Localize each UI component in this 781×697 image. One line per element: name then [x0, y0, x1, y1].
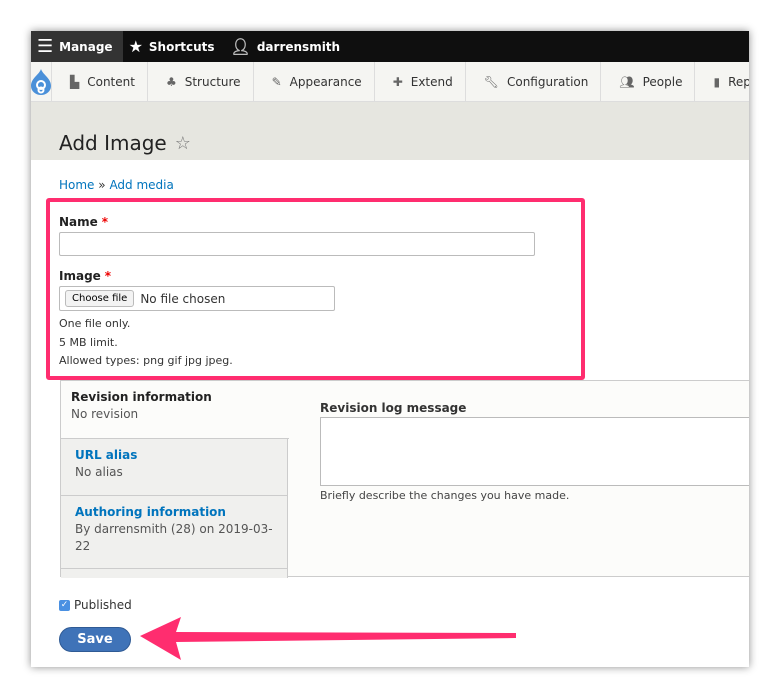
revision-log-label: Revision log message: [320, 401, 467, 415]
image-label: Image *: [59, 269, 112, 283]
manage-button[interactable]: ☰ Manage: [31, 31, 123, 62]
wrench-icon: 🔧︎: [483, 75, 499, 89]
page-header: Add Image ☆: [31, 102, 749, 160]
tray-item-people[interactable]: 👥︎ People: [601, 62, 696, 102]
breadcrumb: Home » Add media: [59, 178, 174, 192]
star-outline-icon[interactable]: ☆: [175, 133, 191, 154]
name-label: Name *: [59, 215, 109, 229]
brush-icon: ✎: [271, 75, 282, 89]
star-icon: ★: [128, 37, 143, 56]
tab-authoring-information[interactable]: Authoring information By darrensmith (28)…: [61, 496, 288, 569]
browser-window: ☰ Manage ★ Shortcuts 👤︎ darrensmith ▙ Conten…: [31, 31, 749, 667]
page-title: Add Image ☆: [59, 131, 191, 155]
admin-tray: ▙ Content ♣ Structure ✎ Appearance ✚ Extend …: [31, 62, 749, 102]
breadcrumb-add-media[interactable]: Add media: [109, 178, 173, 192]
published-checkbox[interactable]: ✓ Published: [59, 598, 132, 612]
admin-toolbar: ☰ Manage ★ Shortcuts 👤︎ darrensmith: [31, 31, 749, 62]
tray-item-content[interactable]: ▙ Content: [52, 62, 148, 102]
arrow-annotation: [140, 617, 516, 660]
tab-url-alias[interactable]: URL alias No alias: [61, 439, 288, 496]
tray-item-extend[interactable]: ✚ Extend: [375, 62, 466, 102]
revision-log-textarea[interactable]: [320, 417, 749, 486]
help-text: One file only.: [59, 317, 131, 330]
vertical-tabs-menu: Revision information No revision URL alia…: [61, 381, 289, 578]
tab-revision-information[interactable]: Revision information No revision: [61, 381, 289, 439]
user-button[interactable]: 👤︎ darrensmith: [225, 31, 351, 62]
vertical-tabs: Revision information No revision URL alia…: [60, 380, 749, 578]
people-icon: 👥︎: [619, 75, 635, 89]
help-text: 5 MB limit.: [59, 336, 118, 349]
name-input[interactable]: [59, 232, 535, 256]
image-file-input[interactable]: Choose file No file chosen: [59, 286, 335, 311]
sitemap-icon: ♣: [165, 75, 177, 89]
help-text: Allowed types: png gif jpg jpeg.: [59, 354, 233, 367]
tray-item-configuration[interactable]: 🔧︎ Configuration: [466, 62, 602, 102]
choose-file-button[interactable]: Choose file: [65, 290, 135, 307]
puzzle-icon: ✚: [392, 75, 403, 89]
checkbox-checked-icon[interactable]: ✓: [59, 599, 70, 611]
save-button[interactable]: Save: [59, 627, 131, 652]
user-icon: 👤︎: [230, 37, 251, 56]
file-icon: ▙: [70, 75, 80, 89]
revision-log-description: Briefly describe the changes you have ma…: [320, 489, 570, 502]
shortcuts-button[interactable]: ★ Shortcuts: [123, 31, 225, 62]
drupal-logo[interactable]: [31, 62, 52, 102]
tray-item-structure[interactable]: ♣ Structure: [148, 62, 254, 102]
breadcrumb-home[interactable]: Home: [59, 178, 94, 192]
menu-icon: ☰: [37, 36, 54, 57]
tray-item-reports[interactable]: ▮Reports: [695, 62, 749, 102]
bar-chart-icon: ▮: [713, 75, 721, 89]
tray-item-appearance[interactable]: ✎ Appearance: [254, 62, 375, 102]
